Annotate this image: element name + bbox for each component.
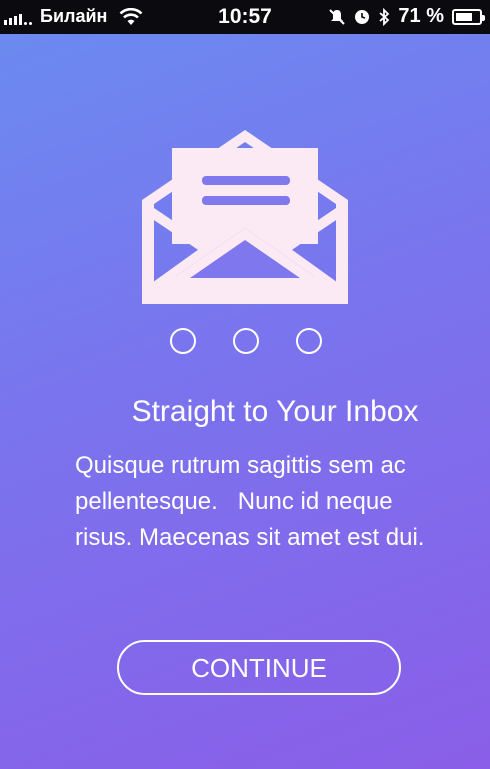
status-bar: Билайн 10:57 71 % (0, 0, 490, 34)
battery-percent: 71 % (398, 5, 444, 27)
page-dot-1[interactable] (170, 328, 196, 354)
bluetooth-icon (379, 7, 390, 26)
onboarding-description: Quisque rutrum sagittis sem ac pellentes… (75, 448, 475, 556)
page-dot-3[interactable] (296, 328, 322, 354)
status-right: 71 % (328, 5, 485, 28)
description-line: Quisque rutrum sagittis sem ac (75, 452, 406, 479)
silent-icon (329, 8, 346, 25)
battery-icon (452, 8, 485, 25)
envelope-icon (142, 130, 348, 304)
page-dot-2[interactable] (233, 328, 259, 354)
onboarding-title: Straight to Your Inbox (131, 395, 419, 428)
page-indicator (170, 328, 322, 354)
description-line: pellentesque. Nunc id neque (75, 488, 393, 515)
alarm-icon (355, 9, 370, 24)
description-line: risus. Maecenas sit amet est dui. (75, 524, 425, 551)
continue-button[interactable]: CONTINUE (117, 640, 401, 695)
